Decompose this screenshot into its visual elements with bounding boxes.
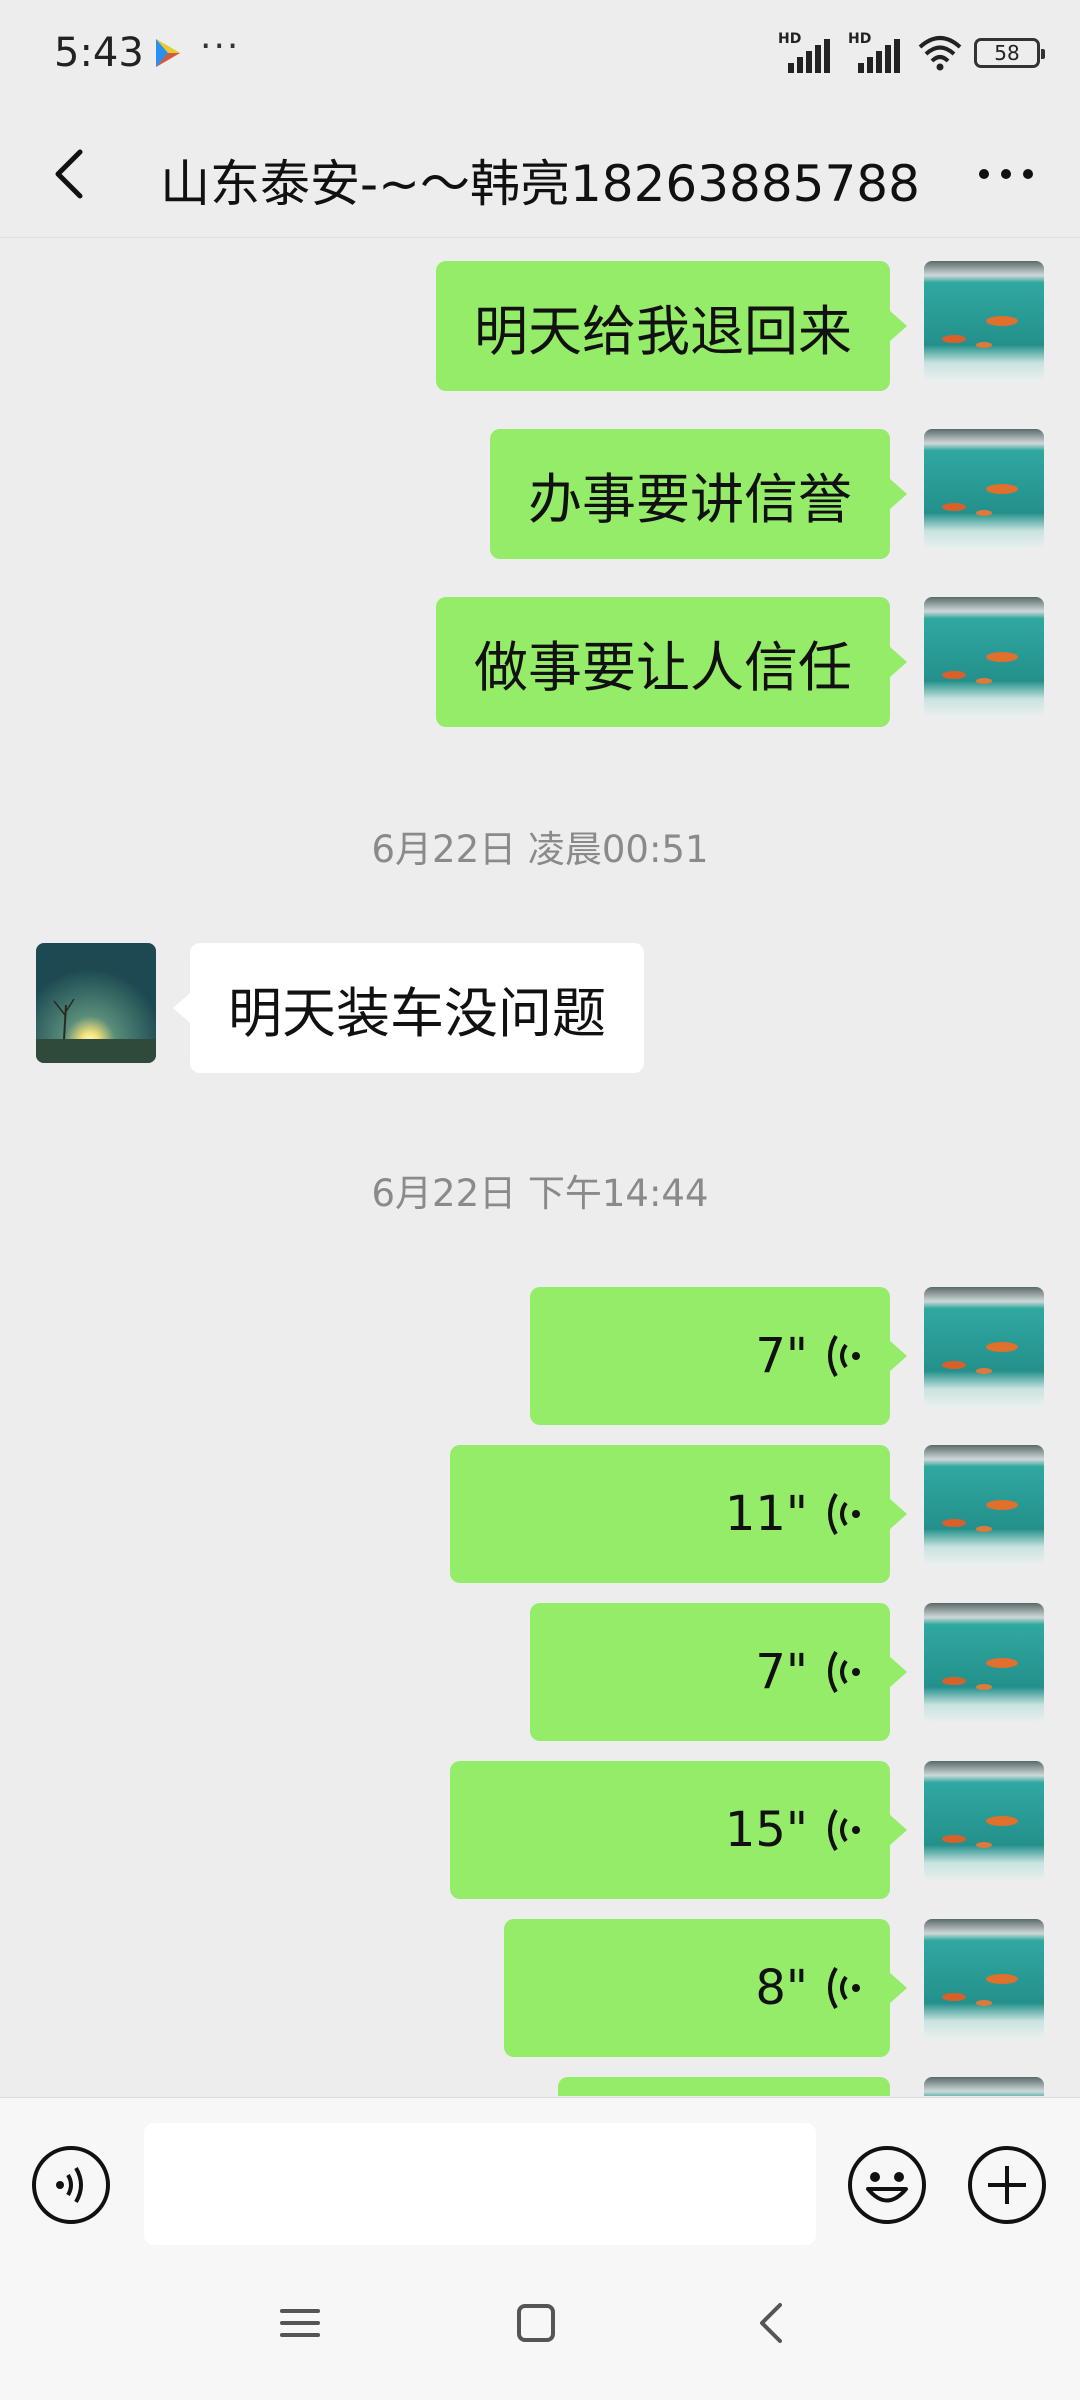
message-list[interactable]: 明天给我退回来 办事要讲信誉 做事要让人信任 6月22日 凌晨00:51 明天装… — [0, 239, 1080, 2096]
message-input[interactable] — [144, 2123, 816, 2245]
self-avatar[interactable] — [924, 429, 1044, 549]
nav-recents-button[interactable] — [268, 2291, 332, 2355]
message-text: 办事要讲信誉 — [528, 467, 852, 531]
back-button[interactable] — [34, 134, 114, 214]
self-avatar[interactable] — [924, 597, 1044, 717]
voice-message-outgoing: 15" — [0, 1739, 1080, 1899]
battery-icon: 58 — [974, 38, 1045, 68]
voice-duration: 8" — [755, 1960, 808, 2016]
voice-message-outgoing: 11" — [0, 1423, 1080, 1583]
emoji-button[interactable] — [846, 2144, 928, 2226]
message-text: 明天给我退回来 — [474, 299, 852, 363]
message-outgoing: 办事要讲信誉 — [0, 407, 1080, 559]
status-bar: 5:43 ··· HD HD 58 — [0, 0, 1080, 110]
status-time: 5:43 — [54, 30, 144, 76]
signal-icon: HD — [778, 31, 836, 73]
voice-message-outgoing: 7" — [0, 1265, 1080, 1425]
message-bubble[interactable]: 办事要讲信誉 — [490, 429, 907, 559]
self-avatar[interactable] — [924, 1445, 1044, 1565]
voice-wave-icon — [828, 1966, 860, 2010]
voice-message-outgoing: 7" — [0, 1581, 1080, 1741]
voice-duration: 15" — [724, 1802, 808, 1858]
message-incoming: 明天装车没问题 — [0, 921, 1080, 1073]
system-nav-bar — [0, 2247, 1080, 2400]
self-avatar[interactable] — [924, 1761, 1044, 1881]
voice-mode-icon — [32, 2146, 110, 2224]
voice-duration: 7" — [755, 1644, 808, 1700]
self-avatar[interactable] — [924, 2077, 1044, 2096]
message-timestamp: 6月22日 凌晨00:51 — [371, 828, 709, 871]
battery-level: 58 — [994, 41, 1020, 65]
status-indicators: HD HD 58 — [778, 30, 1045, 76]
message-bubble[interactable]: 做事要让人信任 — [436, 597, 907, 727]
home-square-icon — [517, 2304, 555, 2342]
voice-bubble[interactable]: 8" — [504, 1919, 907, 2057]
chat-title: 山东泰安-~～韩亮18263885788 — [160, 155, 920, 213]
play-store-icon — [150, 36, 184, 70]
nav-home-button[interactable] — [504, 2291, 568, 2355]
more-functions-button[interactable] — [966, 2144, 1048, 2226]
message-bubble[interactable]: 明天给我退回来 — [436, 261, 907, 391]
chat-header: 山东泰安-~～韩亮18263885788 — [0, 110, 1080, 238]
voice-mode-button[interactable] — [30, 2144, 112, 2226]
voice-wave-icon — [828, 1334, 860, 1378]
message-text: 明天装车没问题 — [228, 981, 606, 1045]
self-avatar[interactable] — [924, 1919, 1044, 2039]
voice-message-outgoing: 8" — [0, 1897, 1080, 2057]
voice-bubble[interactable]: 7" — [530, 1603, 907, 1741]
contact-avatar[interactable] — [36, 943, 156, 1063]
nav-back-icon — [760, 2303, 782, 2343]
self-avatar[interactable] — [924, 1603, 1044, 1723]
chevron-left-icon — [55, 149, 83, 199]
nav-back-button[interactable] — [740, 2291, 804, 2355]
voice-bubble[interactable] — [558, 2077, 890, 2096]
app-screen: 5:43 ··· HD HD 58 山东泰安-~～韩亮18263885788 明… — [0, 0, 1080, 2400]
voice-duration: 11" — [724, 1486, 808, 1542]
message-timestamp: 6月22日 下午14:44 — [371, 1172, 709, 1215]
more-horizontal-icon — [979, 169, 1033, 179]
message-outgoing: 做事要让人信任 — [0, 575, 1080, 727]
status-more-dots: ··· — [200, 26, 241, 67]
voice-bubble[interactable]: 15" — [450, 1761, 907, 1899]
self-avatar[interactable] — [924, 261, 1044, 381]
voice-message-outgoing — [0, 2055, 1080, 2096]
emoji-smile-icon — [848, 2146, 926, 2224]
voice-duration: 7" — [755, 1328, 808, 1384]
voice-wave-icon — [828, 1492, 860, 1536]
wifi-icon — [918, 35, 962, 71]
message-outgoing: 明天给我退回来 — [0, 239, 1080, 391]
voice-wave-icon — [828, 1650, 860, 1694]
message-bubble[interactable]: 明天装车没问题 — [173, 943, 644, 1073]
voice-bubble[interactable]: 11" — [450, 1445, 907, 1583]
voice-bubble[interactable]: 7" — [530, 1287, 907, 1425]
more-options-button[interactable] — [966, 134, 1046, 214]
input-bar — [0, 2097, 1080, 2247]
message-text: 做事要让人信任 — [474, 635, 852, 699]
signal-icon: HD — [848, 31, 906, 73]
menu-icon — [280, 2309, 320, 2337]
self-avatar[interactable] — [924, 1287, 1044, 1407]
voice-wave-icon — [828, 1808, 860, 1852]
plus-circle-icon — [968, 2146, 1046, 2224]
